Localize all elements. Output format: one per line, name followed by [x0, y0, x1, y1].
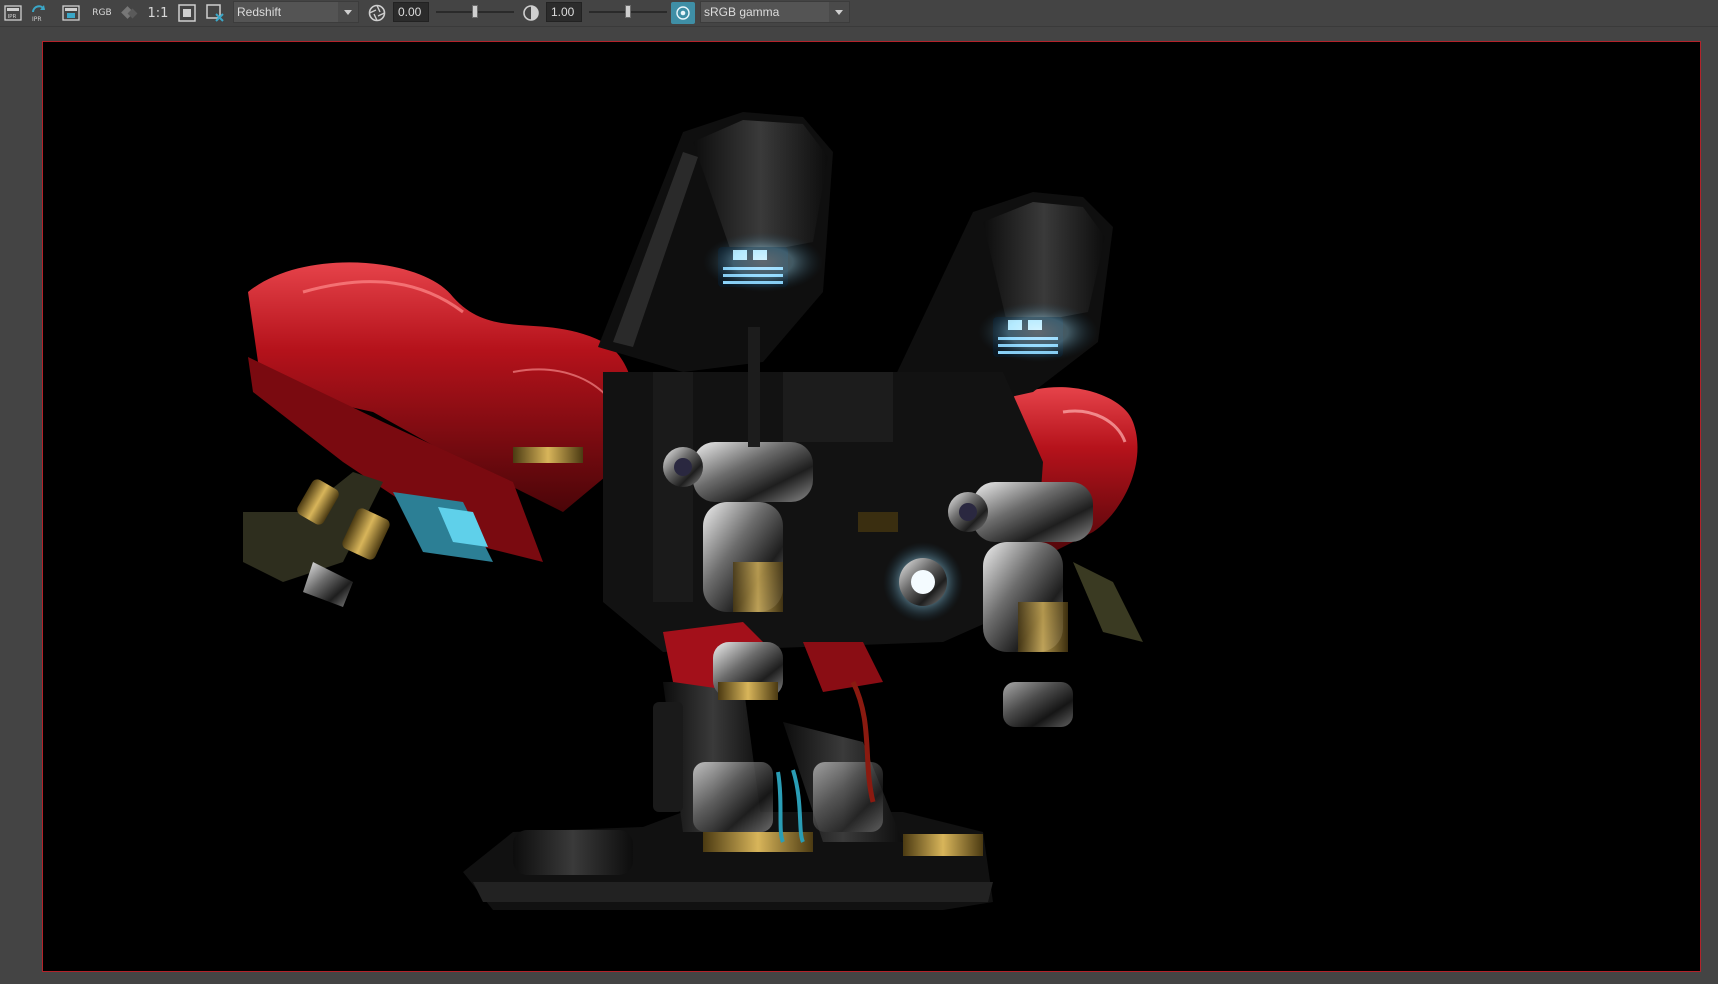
exposure-slider-thumb[interactable]: [472, 5, 478, 18]
chevron-down-icon: [338, 2, 358, 22]
left-claw: [243, 472, 390, 607]
ratio-label: 1:1: [147, 5, 169, 21]
svg-text:IPR: IPR: [8, 14, 17, 20]
compare-icon[interactable]: [119, 2, 141, 24]
renderer-dropdown[interactable]: Redshift: [233, 1, 359, 23]
contrast-icon: [520, 2, 542, 24]
exposure-slider[interactable]: [436, 2, 514, 22]
ipr-refresh-icon[interactable]: IPR: [28, 2, 50, 24]
color-management-icon[interactable]: [671, 2, 695, 24]
render-viewport[interactable]: [42, 41, 1701, 972]
colorspace-dropdown[interactable]: sRGB gamma: [700, 1, 850, 23]
renderer-selected: Redshift: [237, 5, 282, 19]
render-region-icon[interactable]: [60, 2, 82, 24]
clear-region-icon[interactable]: [204, 2, 226, 24]
aperture-icon: [366, 2, 388, 24]
gamma-slider-thumb[interactable]: [625, 5, 631, 18]
gamma-field[interactable]: 1.00: [546, 2, 582, 22]
render-view-toolbar: IPR IPR RGB 1:1 Redshift 0.00 1.00 sRGB …: [0, 0, 1718, 27]
ratio-one-to-one-button[interactable]: 1:1: [145, 2, 171, 24]
frame-view-icon[interactable]: [176, 2, 198, 24]
exposure-field[interactable]: 0.00: [393, 2, 429, 22]
colorspace-selected: sRGB gamma: [704, 5, 780, 19]
left-upper-arm: [598, 112, 833, 372]
svg-text:IPR: IPR: [32, 16, 42, 23]
ipr-snapshot-icon[interactable]: IPR: [2, 2, 24, 24]
central-headlight: [883, 542, 963, 622]
chevron-down-icon: [829, 2, 849, 22]
rgb-channel-icon[interactable]: RGB: [91, 2, 113, 24]
rendered-image: [243, 112, 1143, 910]
gamma-slider[interactable]: [589, 2, 667, 22]
